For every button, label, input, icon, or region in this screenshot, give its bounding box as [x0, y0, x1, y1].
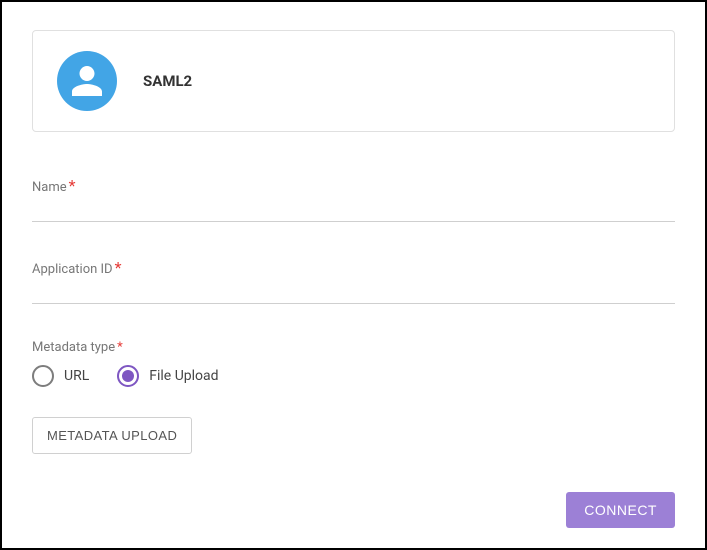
metadata-type-label-text: Metadata type: [32, 340, 115, 355]
application-id-field: Application ID*: [32, 258, 675, 304]
header-title: SAML2: [143, 72, 192, 90]
footer: Connect: [566, 492, 675, 528]
radio-circle-icon: [32, 365, 54, 387]
name-label: Name: [32, 180, 67, 195]
name-field: Name*: [32, 176, 675, 222]
radio-url-label: URL: [64, 368, 89, 384]
header-card: SAML2: [32, 30, 675, 132]
metadata-type-group: Metadata type* URL File Upload: [32, 340, 675, 387]
required-mark: *: [69, 176, 76, 195]
application-id-input[interactable]: [32, 279, 675, 304]
metadata-type-radio-row: URL File Upload: [32, 365, 675, 387]
person-icon-svg: [69, 63, 105, 99]
required-mark: *: [115, 258, 122, 277]
metadata-upload-button[interactable]: Metadata Upload: [32, 417, 192, 454]
application-id-label: Application ID: [32, 262, 113, 277]
person-icon: [57, 51, 117, 111]
radio-file-upload-label: File Upload: [149, 368, 218, 384]
name-input[interactable]: [32, 197, 675, 222]
connect-button[interactable]: Connect: [566, 492, 675, 528]
radio-circle-icon: [117, 365, 139, 387]
metadata-type-label: Metadata type*: [32, 340, 675, 355]
radio-url[interactable]: URL: [32, 365, 89, 387]
radio-file-upload[interactable]: File Upload: [117, 365, 218, 387]
required-mark: *: [117, 340, 123, 355]
